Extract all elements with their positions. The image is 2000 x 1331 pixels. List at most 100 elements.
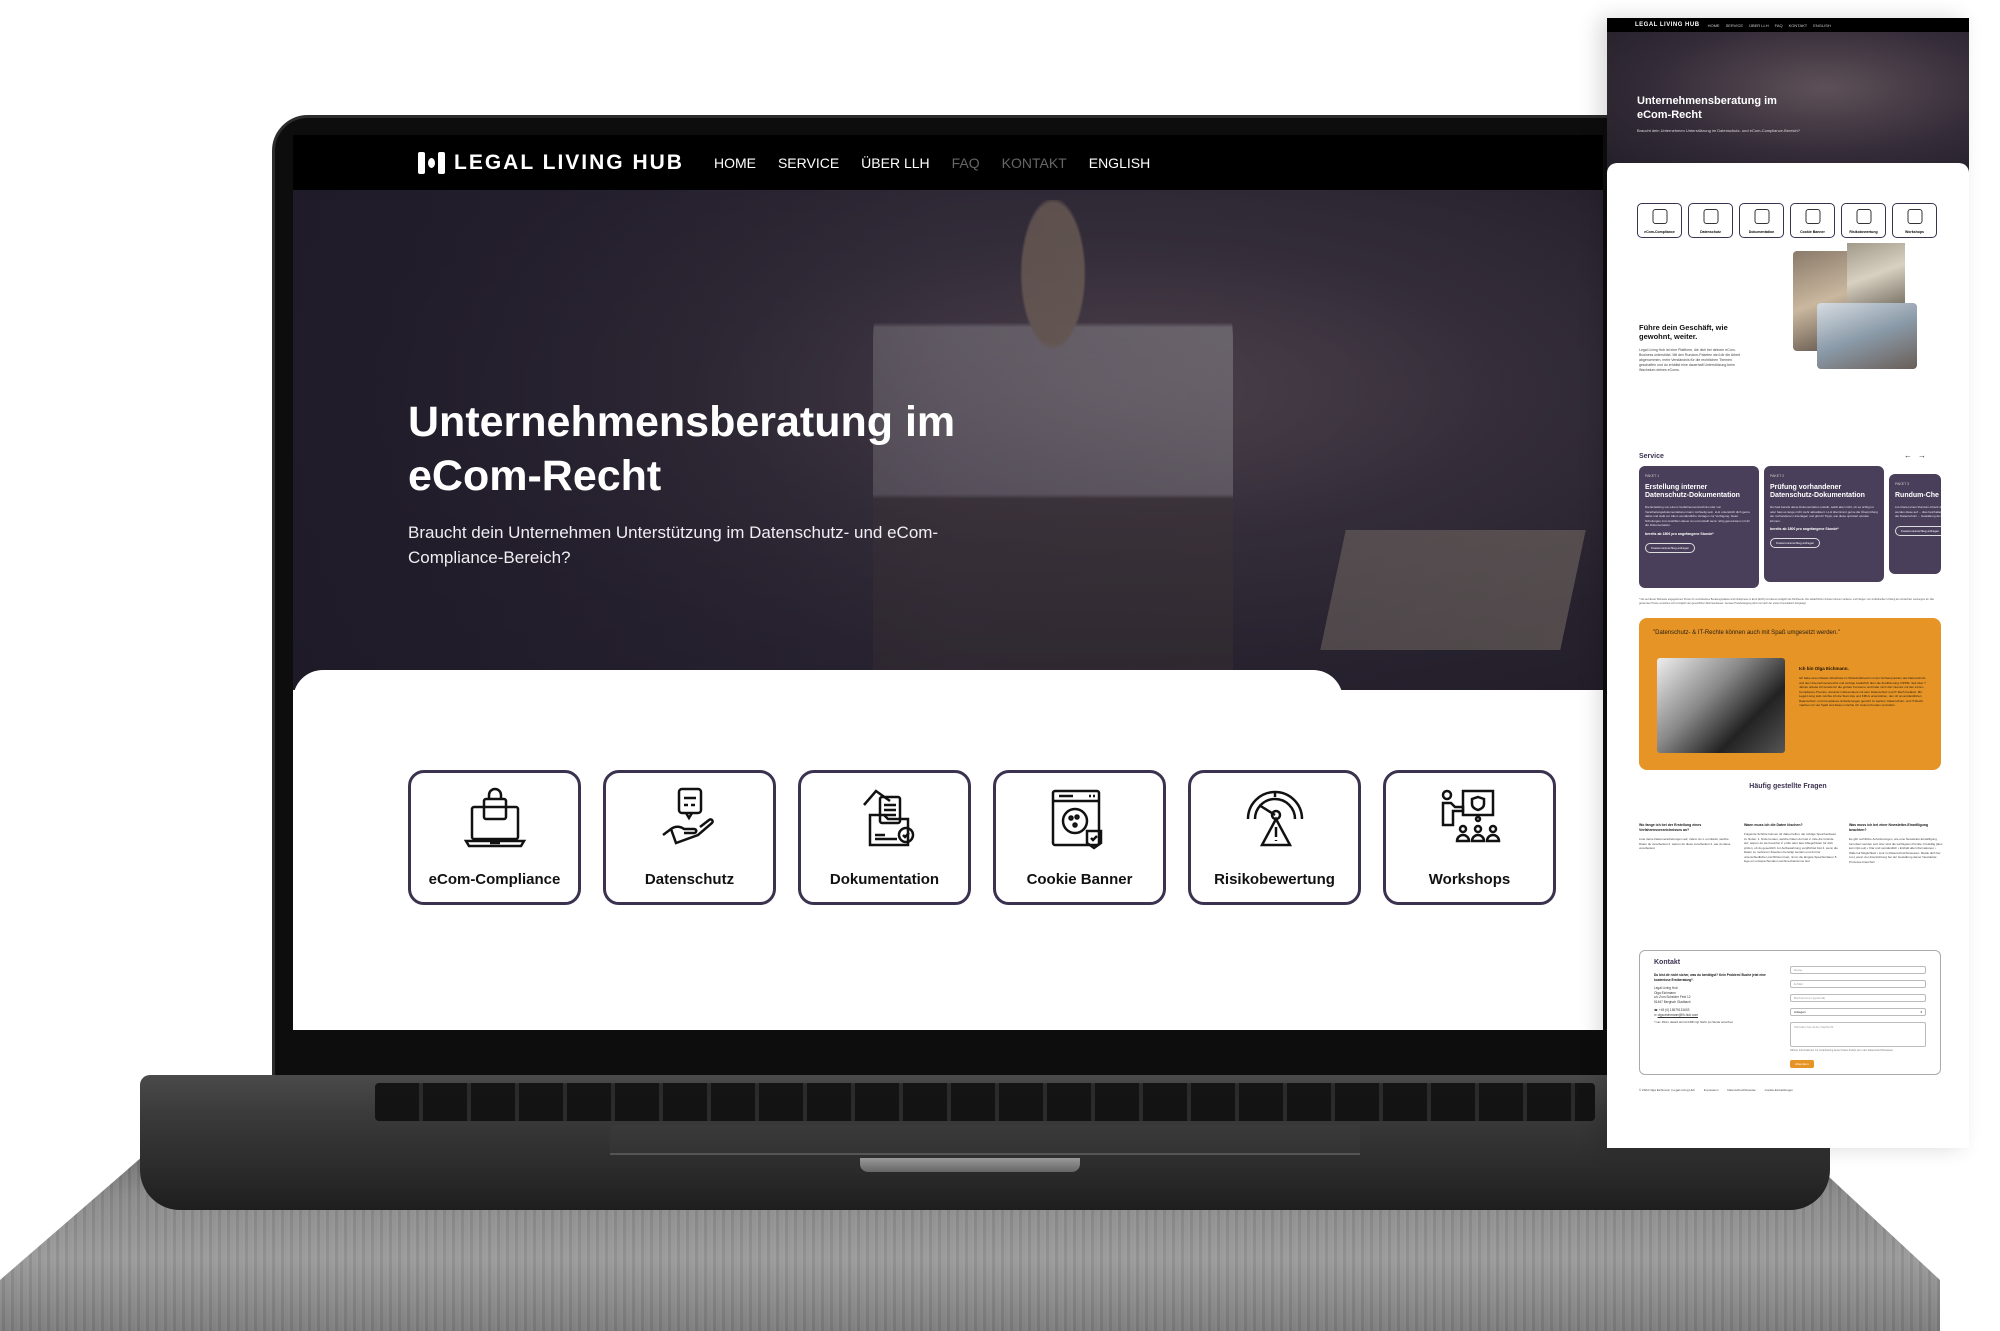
cookie-browser-icon bbox=[1051, 789, 1102, 850]
service-card-risikobewertung[interactable]: Risikobewertung bbox=[1188, 770, 1361, 905]
preview-card-label: Cookie Banner bbox=[1800, 230, 1825, 234]
concern-select[interactable]: Anliegen ▾ bbox=[1790, 1008, 1926, 1016]
arrow-left-icon[interactable]: ← bbox=[1904, 451, 1918, 460]
email-input[interactable]: E-Mail bbox=[1790, 980, 1926, 988]
quote-section: "Datenschutz- & IT-Rechte können auch mi… bbox=[1639, 618, 1941, 770]
folder-documents-icon bbox=[1754, 209, 1769, 224]
preview-hero-subtitle: Braucht dein Unternehmen Unterstützung i… bbox=[1637, 128, 1800, 133]
about-photo-man bbox=[1847, 243, 1905, 305]
folder-documents-icon bbox=[862, 789, 914, 847]
preview-nav-english[interactable]: ENGLISH bbox=[1813, 23, 1831, 28]
package-text: LLH bietet einen Rundum-Check deiner Web… bbox=[1895, 505, 1941, 518]
footer-copyright: © 2024 Olga Eichmann | Legal Living Hub bbox=[1639, 1088, 1695, 1092]
preview-nav-faq[interactable]: FAQ bbox=[1775, 23, 1783, 28]
laptop-screen: Unternehmensberatung im eCom-Recht Brauc… bbox=[293, 135, 1603, 1030]
service-card-label: Datenschutz bbox=[644, 871, 735, 888]
package-text: Du hast bereits deine Dokumentation erst… bbox=[1770, 505, 1878, 523]
laptop-base bbox=[140, 1075, 1830, 1210]
preview-service-cards: eCom-Compliance Datenschutz Dokumentatio… bbox=[1637, 203, 1937, 238]
logo-text: LEGAL LIVING HUB bbox=[454, 150, 684, 174]
carousel-arrows: ←→ bbox=[1904, 451, 1932, 460]
preview-card[interactable]: Dokumentation bbox=[1739, 203, 1784, 238]
preview-nav-service[interactable]: SERVICE bbox=[1726, 23, 1744, 28]
service-cards: eCom-Compliance Datenschutz Dokumentatio… bbox=[408, 770, 1556, 905]
service-card-label: Cookie Banner bbox=[1026, 871, 1133, 888]
preview-card[interactable]: Risikobewertung bbox=[1841, 203, 1886, 238]
laptop-keyboard bbox=[375, 1083, 1595, 1121]
hero-section: Unternehmensberatung im eCom-Recht Brauc… bbox=[293, 190, 1603, 690]
faq-list: Wo fange ich bei der Erstellung eines Ve… bbox=[1639, 823, 1944, 864]
contact-phone[interactable]: +49 (0) 15679131603 bbox=[1659, 1008, 1690, 1012]
gauge-warning-icon bbox=[1856, 209, 1871, 224]
preview-card-label: Dokumentation bbox=[1748, 230, 1775, 234]
footer-link-impressum[interactable]: Impressum bbox=[1704, 1088, 1719, 1092]
service-card-label: eCom-Compliance bbox=[428, 871, 561, 888]
service-card-datenschutz[interactable]: Datenschutz bbox=[603, 770, 776, 905]
faq-title: Häufig gestellte Fragen bbox=[1749, 783, 1827, 790]
quote-request-button[interactable]: Kostenvoranschlag anfragen bbox=[1645, 542, 1696, 553]
footer: © 2024 Olga Eichmann | Legal Living Hub … bbox=[1639, 1088, 1801, 1092]
submit-button[interactable]: Absenden bbox=[1790, 1060, 1814, 1068]
founder-bio: Ich habe einen Master-Abschluss im Wirts… bbox=[1799, 676, 1927, 707]
package-card: PAKET 3 Rundum-Che LLH bietet einen Rund… bbox=[1889, 474, 1941, 574]
service-card-workshops[interactable]: Workshops bbox=[1383, 770, 1556, 905]
contact-email[interactable]: olga.eichmann@llh-hub.com bbox=[1658, 1013, 1698, 1017]
preview-card-label: eCom-Compliance bbox=[1644, 230, 1675, 234]
contact-form: Name E-Mail Buchnummer (optional) Anlieg… bbox=[1790, 966, 1926, 1070]
preview-nav-about[interactable]: ÜBER LLH bbox=[1749, 23, 1769, 28]
preview-card-label: Risikobewertung bbox=[1849, 230, 1878, 234]
service-card-cookie-banner[interactable]: Cookie Banner bbox=[993, 770, 1166, 905]
faq-question: Wo fange ich bei der Erstellung eines Ve… bbox=[1639, 823, 1702, 832]
service-card-ecom-compliance[interactable]: eCom-Compliance bbox=[408, 770, 581, 905]
contact-lead: Du bist dir nicht sicher, was du benötig… bbox=[1654, 973, 1766, 982]
preview-nav-home[interactable]: HOME bbox=[1708, 23, 1720, 28]
nav-service[interactable]: SERVICE bbox=[778, 155, 839, 171]
mockup-stage: Unternehmensberatung im eCom-Recht Brauc… bbox=[0, 0, 2000, 1331]
package-title: Erstellung interner Datenschutz-Dokument… bbox=[1645, 484, 1740, 499]
faq-item: Wann muss ich die Daten löschen? Folgend… bbox=[1744, 823, 1839, 864]
preview-nav-contact[interactable]: KONTAKT bbox=[1789, 23, 1808, 28]
contact-section: Kontakt Du bist dir nicht sicher, was du… bbox=[1639, 950, 1941, 1075]
nav-english[interactable]: ENGLISH bbox=[1089, 155, 1150, 171]
price-footnote: * Die auf dieser Webseite angegebenen Pr… bbox=[1639, 598, 1934, 605]
booking-number-input[interactable]: Buchnummer (optional) bbox=[1790, 994, 1926, 1002]
preview-logo[interactable]: LEGAL LIVING HUB bbox=[1635, 22, 1700, 28]
message-textarea[interactable]: Schreibe hier deine Nachricht bbox=[1790, 1022, 1926, 1047]
nav-about[interactable]: ÜBER LLH bbox=[861, 155, 929, 171]
site-logo[interactable]: LEGAL LIVING HUB bbox=[418, 151, 684, 175]
nav-home[interactable]: HOME bbox=[714, 155, 756, 171]
faq-item: Wo fange ich bei der Erstellung eines Ve… bbox=[1639, 823, 1734, 864]
about-title: Führe dein Geschäft, wie gewohnt, weiter… bbox=[1639, 323, 1728, 341]
hand-chat-icon bbox=[1703, 209, 1718, 224]
site-navbar: LEGAL LIVING HUB HOME SERVICE ÜBER LLH F… bbox=[293, 135, 1603, 190]
package-price: bereits ab 180€ pro angefangene Stunde* bbox=[1770, 527, 1839, 531]
gauge-warning-icon bbox=[1246, 790, 1303, 847]
package-title: Rundum-Che bbox=[1895, 492, 1939, 499]
footer-link-privacy[interactable]: Datenschutzhinweise bbox=[1727, 1088, 1755, 1092]
preview-card[interactable]: Datenschutz bbox=[1688, 203, 1733, 238]
quote-request-button[interactable]: Kostenvoranschlag anfragen bbox=[1895, 525, 1941, 536]
preview-card[interactable]: Cookie Banner bbox=[1790, 203, 1835, 238]
name-input[interactable]: Name bbox=[1790, 966, 1926, 974]
laptop-hinge-notch bbox=[860, 1158, 1080, 1172]
footer-link-cookies[interactable]: Cookie-Einstellungen bbox=[1765, 1088, 1793, 1092]
package-card: PAKET 1 Erstellung interner Datenschutz-… bbox=[1639, 466, 1759, 588]
preview-card[interactable]: eCom-Compliance bbox=[1637, 203, 1682, 238]
faq-question: Was muss ich bei einer Newsletter-Einwil… bbox=[1849, 823, 1929, 832]
nav-faq[interactable]: FAQ bbox=[952, 155, 980, 171]
hero-subtitle: Braucht dein Unternehmen Unterstützung i… bbox=[408, 523, 939, 567]
preview-hero: Unternehmensberatung im eCom-Recht Brauc… bbox=[1607, 32, 1969, 172]
service-card-dokumentation[interactable]: Dokumentation bbox=[798, 770, 971, 905]
package-kicker: PAKET 3 bbox=[1895, 482, 1910, 486]
hero-title: Unternehmensberatung im eCom-Recht bbox=[408, 398, 956, 500]
preview-card[interactable]: Workshops bbox=[1892, 203, 1937, 238]
service-card-label: Risikobewertung bbox=[1214, 871, 1335, 888]
faq-question: Wann muss ich die Daten löschen? bbox=[1744, 823, 1803, 827]
package-price: bereits ab 180€ pro angefangene Stunde* bbox=[1645, 531, 1714, 536]
founder-name: Ich bin Olga Eichmann. bbox=[1799, 666, 1849, 671]
arrow-right-icon[interactable]: → bbox=[1918, 451, 1932, 460]
founder-photo bbox=[1657, 658, 1785, 753]
service-section-title: Service bbox=[1639, 453, 1664, 460]
nav-contact[interactable]: KONTAKT bbox=[1002, 155, 1067, 171]
quote-request-button[interactable]: Kostenvoranschlag anfragen bbox=[1770, 538, 1821, 548]
